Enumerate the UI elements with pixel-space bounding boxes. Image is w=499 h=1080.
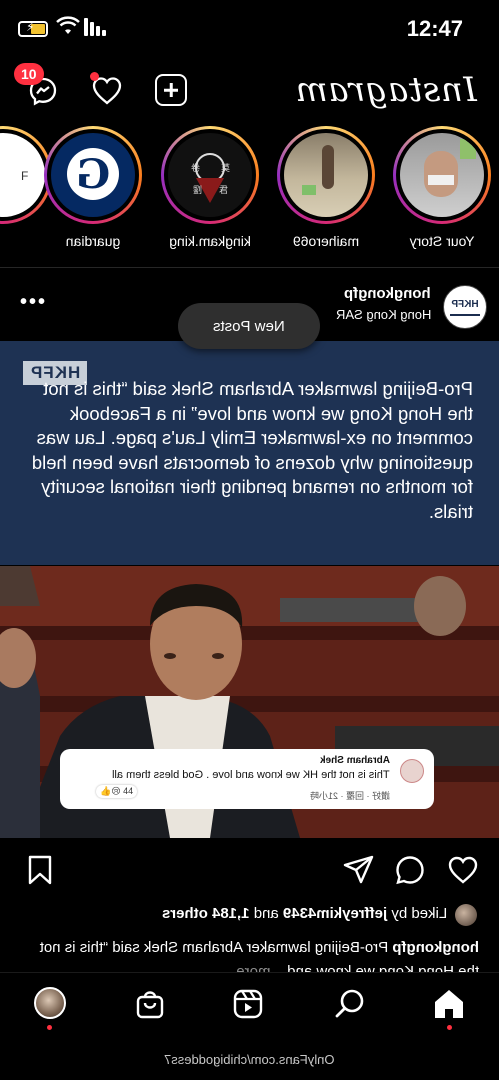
stories-tray[interactable]: F r G guardian 卷莫劉君 kingkam.king maihero… bbox=[0, 126, 499, 261]
wifi-icon bbox=[56, 16, 80, 42]
status-bar: ⚡ 12:47 bbox=[0, 0, 499, 60]
battery-icon: ⚡ bbox=[18, 20, 48, 37]
liker-username[interactable]: jeffreykim4349 bbox=[283, 905, 387, 922]
add-post-icon[interactable] bbox=[155, 74, 187, 106]
liked-by-text: Liked by jeffreykim4349 and 1,184 others bbox=[161, 905, 447, 922]
instagram-logo: Instagram bbox=[295, 70, 477, 110]
story-avatar: F bbox=[0, 133, 45, 217]
more-options-icon[interactable]: ••• bbox=[20, 291, 47, 314]
likes-count[interactable]: 1,184 others bbox=[162, 905, 250, 922]
liker-avatar bbox=[455, 904, 477, 926]
activity-dot bbox=[90, 72, 99, 81]
more-link[interactable]: more bbox=[236, 963, 270, 972]
like-icon[interactable] bbox=[447, 854, 479, 886]
top-bar: 10 Instagram bbox=[0, 60, 499, 120]
notification-badge: 10 bbox=[14, 63, 44, 85]
commenter-avatar bbox=[400, 759, 424, 783]
new-posts-button[interactable]: New Posts bbox=[178, 303, 320, 349]
story-avatar: 卷 莫劉 君 bbox=[168, 133, 252, 217]
facebook-comment: Abraham Shek This is not the HK we know … bbox=[60, 749, 434, 809]
bottom-tab-bar bbox=[0, 972, 499, 1052]
home-notification-dot bbox=[447, 1025, 452, 1030]
comment-text: This is not the HK we know and love . Go… bbox=[112, 769, 390, 781]
story-item[interactable]: maihero69 bbox=[276, 126, 376, 249]
post-card-text: Pro-Beijing lawmaker Abraham Shek said “… bbox=[31, 378, 473, 522]
svg-text:卷: 卷 bbox=[191, 162, 200, 173]
story-username: Your Story bbox=[409, 233, 475, 249]
shop-icon[interactable] bbox=[133, 987, 167, 1021]
profile-notification-dot bbox=[47, 1025, 52, 1030]
share-icon[interactable] bbox=[342, 854, 374, 886]
story-avatar bbox=[284, 133, 368, 217]
post-caption[interactable]: hongkongfp Pro-Beijing lawmaker Abraham … bbox=[18, 936, 479, 972]
divider bbox=[0, 267, 499, 268]
home-icon[interactable] bbox=[432, 987, 466, 1021]
watermark-url: OnlyFans.com/chibigoddess7 bbox=[164, 1052, 335, 1067]
reaction-count: 👍😢 44 bbox=[96, 785, 138, 798]
signal-icon bbox=[84, 18, 106, 36]
post-username[interactable]: hongkongfp bbox=[344, 285, 431, 302]
story-item[interactable]: Your Story bbox=[392, 126, 492, 249]
story-username: guardian bbox=[65, 233, 121, 249]
story-avatar bbox=[400, 133, 484, 217]
story-username: maihero69 bbox=[292, 233, 360, 249]
post-avatar[interactable]: HKFP bbox=[443, 285, 487, 329]
story-avatar: G bbox=[51, 133, 135, 217]
story-item[interactable]: G guardian bbox=[43, 126, 143, 249]
story-username: kingkam.king bbox=[169, 233, 251, 249]
post-actions bbox=[0, 848, 499, 894]
profile-tab[interactable] bbox=[34, 987, 66, 1019]
svg-text:莫: 莫 bbox=[221, 162, 230, 173]
commenter-name: Abraham Shek bbox=[319, 755, 390, 766]
comment-meta: 讚好 · 回覆 · 21小時 bbox=[309, 791, 390, 801]
status-time: 12:47 bbox=[406, 16, 463, 41]
search-icon[interactable] bbox=[333, 987, 367, 1021]
svg-text:G: G bbox=[76, 151, 110, 198]
post-location[interactable]: Hong Kong SAR bbox=[336, 307, 431, 322]
liked-by-row[interactable]: Liked by jeffreykim4349 and 1,184 others bbox=[20, 903, 477, 927]
bookmark-icon[interactable] bbox=[24, 854, 56, 886]
caption-username[interactable]: hongkongfp bbox=[392, 939, 479, 956]
svg-text:君: 君 bbox=[219, 185, 228, 195]
svg-text:劉: 劉 bbox=[193, 184, 202, 195]
story-item[interactable]: 卷 莫劉 君 kingkam.king bbox=[160, 126, 260, 249]
post-text-card[interactable]: HKFP Pro-Beijing lawmaker Abraham Shek s… bbox=[0, 341, 499, 565]
post-photo[interactable]: Abraham Shek This is not the HK we know … bbox=[0, 566, 499, 838]
comment-icon[interactable] bbox=[394, 854, 426, 886]
reels-icon[interactable] bbox=[231, 987, 265, 1021]
